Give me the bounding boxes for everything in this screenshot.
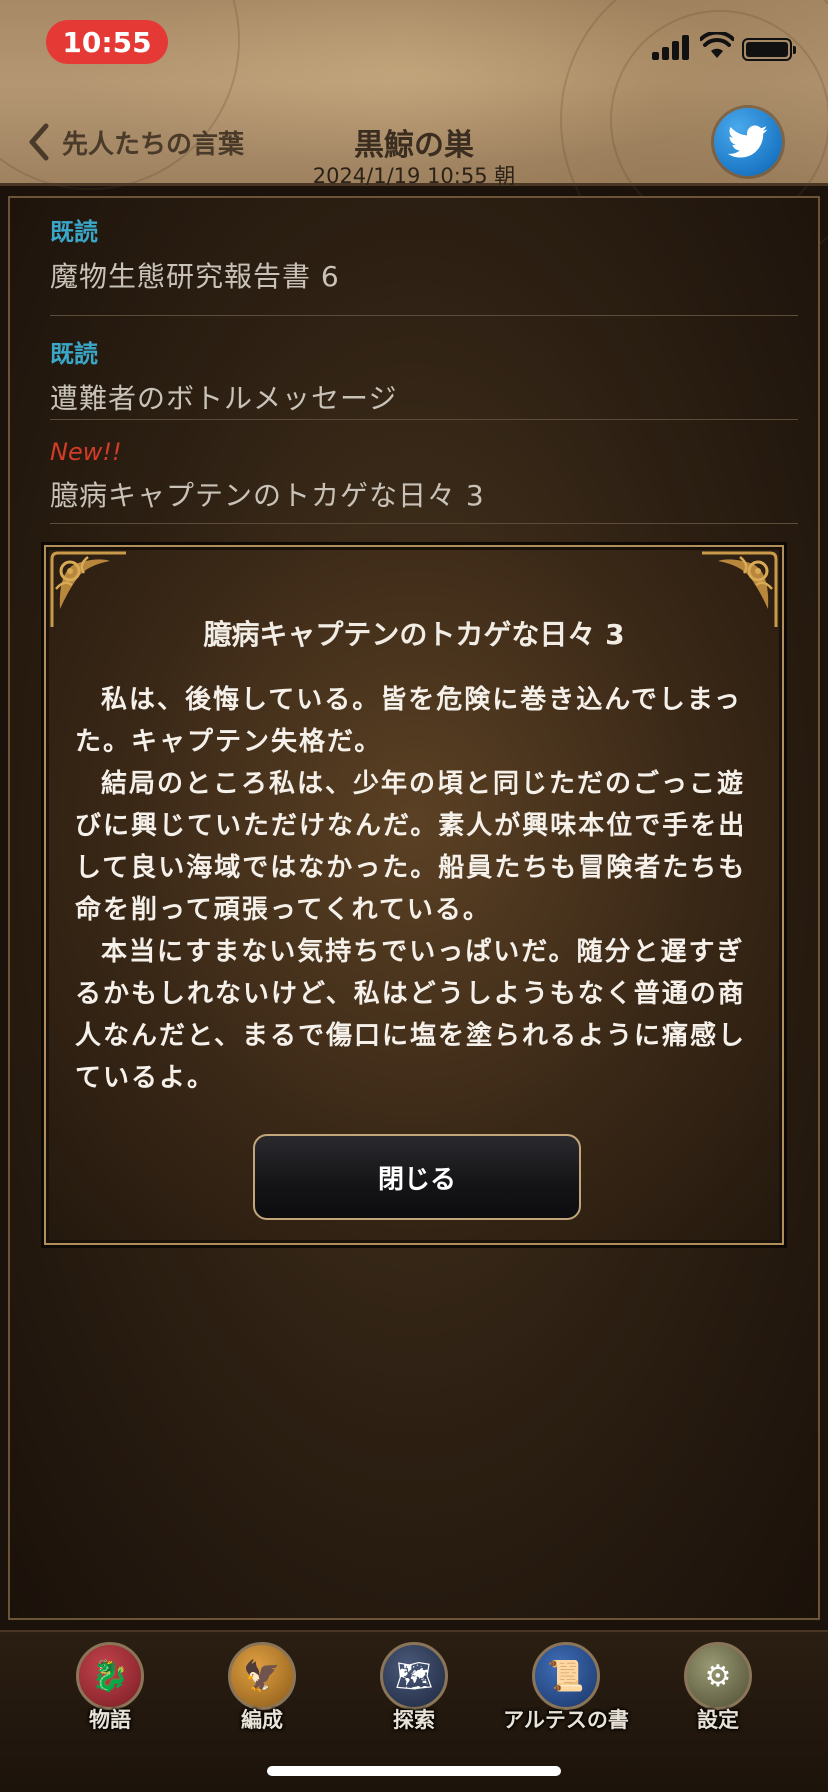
page-title: 黒鯨の巣: [354, 128, 474, 163]
list-item-title: 臆病キャプテンのトカゲな日々 3: [50, 479, 485, 512]
home-indicator[interactable]: [267, 1766, 561, 1776]
dialog-paragraph: 本当にすまない気持ちでいっぱいだ。随分と遅すぎるかもしれないけど、私はどうしよう…: [75, 937, 746, 1093]
tab-story[interactable]: 🐉 物語: [50, 1642, 170, 1752]
dialog-title: 臆病キャプテンのトカゲな日々 3: [203, 618, 625, 651]
read-badge: 既読: [50, 340, 98, 368]
dialog-body: 私は、後悔している。皆を危険に巻き込んでしまった。キャプテン失格だ。 結局のとこ…: [75, 679, 765, 1099]
dialog-paragraph: 結局のところ私は、少年の頃と同じただのごっこ遊びに興じていただけなんだ。素人が興…: [75, 769, 747, 925]
formation-icon: 🦅: [228, 1642, 296, 1710]
header: 10:55 先人たちの言葉 黒鯨の巣 2024/1/19 10:55 朝: [0, 0, 828, 280]
datetime: 2024/1/19 10:55 朝: [312, 164, 516, 188]
cellular-signal-icon: [652, 34, 692, 60]
list-item-title: 遭難者のボトルメッセージ: [50, 382, 398, 415]
new-badge: New!!: [50, 438, 122, 466]
dialog-paragraph: 私は、後悔している。皆を危険に巻き込んでしまった。キャプテン失格だ。: [75, 685, 742, 757]
status-time: 10:55: [46, 20, 168, 64]
story-icon: 🐉: [76, 1642, 144, 1710]
battery-icon: [742, 38, 796, 61]
tab-explore[interactable]: 🗺 探索: [354, 1642, 474, 1752]
settings-icon: ⚙: [684, 1642, 752, 1710]
read-badge: 既読: [50, 218, 98, 246]
list-item[interactable]: 既読 魔物生態研究報告書 6: [50, 212, 798, 316]
tab-settings[interactable]: ⚙ 設定: [658, 1642, 778, 1752]
list-item[interactable]: New!! 臆病キャプテンのトカゲな日々 3: [50, 420, 798, 524]
book-icon: 📜: [532, 1642, 600, 1710]
story-dialog: 臆病キャプテンのトカゲな日々 3 私は、後悔している。皆を危険に巻き込んでしまっ…: [41, 542, 787, 1248]
close-button[interactable]: 閉じる: [253, 1134, 581, 1220]
tab-book[interactable]: 📜 アルテスの書: [503, 1642, 629, 1752]
tab-label: 設定: [697, 1708, 739, 1732]
twitter-icon: [728, 125, 768, 158]
explore-icon: 🗺: [380, 1642, 448, 1710]
tab-formation[interactable]: 🦅 編成: [202, 1642, 322, 1752]
list-item-title: 魔物生態研究報告書 6: [50, 260, 340, 293]
list-item[interactable]: 既読 遭難者のボトルメッセージ: [50, 316, 798, 420]
twitter-share-button[interactable]: [714, 108, 782, 176]
wifi-icon: [700, 32, 734, 58]
